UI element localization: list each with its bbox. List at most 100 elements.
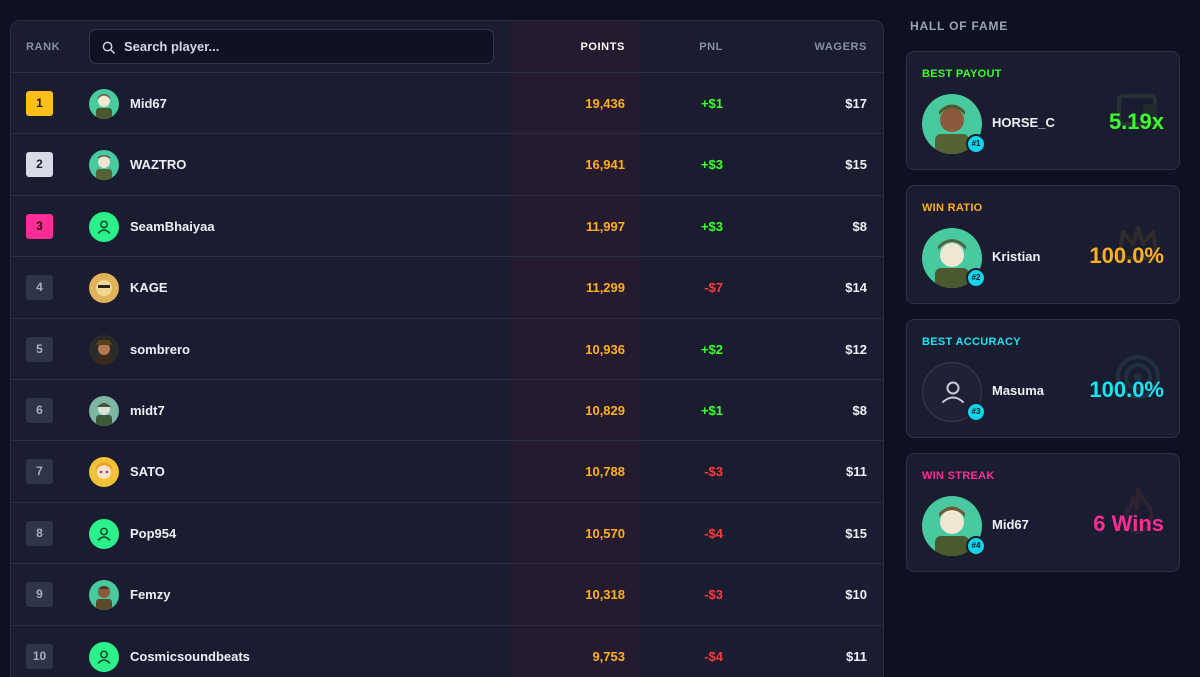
avatar [89,580,119,611]
pnl-value: -$4 [704,648,723,664]
card-label: WIN RATIO [922,202,983,214]
player-name[interactable]: Kristian [992,249,1040,264]
rank-badge: #2 [966,268,986,288]
avatar [89,395,119,426]
win-streak-card[interactable]: WIN STREAK #4 Mid67 6 Wins [906,453,1180,572]
rank-badge: 6 [26,397,53,423]
user-icon [89,518,119,549]
table-row[interactable]: 9 Femzy 10,318 -$3 $10 [11,564,883,626]
pnl-value: +$3 [700,157,723,173]
table-row[interactable]: 2 WAZTRO 16,941 +$3 $15 [11,134,883,196]
search-input[interactable] [124,30,484,63]
table-header: RANK POINTS PNL WAGERS [11,21,883,73]
best-payout-card[interactable]: BEST PAYOUT #1 HORSE_C 5.19x [906,51,1180,170]
hall-of-fame-title: HALL OF FAME [910,19,1009,33]
pnl-value: -$3 [704,464,723,480]
pnl-value: -$4 [704,525,723,541]
table-row[interactable]: 3 SeamBhaiyaa 11,997 +$3 $8 [11,196,883,258]
wager-value: $14 [845,280,867,296]
player-name[interactable]: Cosmicsoundbeats [130,626,250,677]
table-row[interactable]: 1 Mid67 19,436 +$1 $17 [11,73,883,135]
table-row[interactable]: 10 Cosmicsoundbeats 9,753 -$4 $11 [11,626,883,677]
rank-badge: 9 [26,582,53,608]
player-name[interactable]: sombrero [130,319,190,380]
card-label: BEST ACCURACY [922,336,1021,348]
points-value: 10,570 [585,525,625,541]
wager-value: $11 [846,648,867,664]
search-box[interactable] [89,29,494,64]
wager-value: $11 [846,464,867,480]
card-value: 100.0% [1089,243,1164,268]
table-row[interactable]: 5 sombrero 10,936 +$2 $12 [11,319,883,380]
rank-badge: #4 [966,536,986,556]
avatar [89,273,119,304]
pnl-column-header[interactable]: PNL [699,21,723,73]
rank-badge: 2 [26,152,53,178]
search-icon [102,41,115,54]
table-row[interactable]: 7 SATO 10,788 -$3 $11 [11,441,883,503]
rank-badge: #1 [966,134,986,154]
wager-value: $8 [852,402,867,418]
rank-badge: 8 [26,520,53,546]
win-ratio-card[interactable]: WIN RATIO #2 Kristian 100.0% [906,185,1180,304]
table-row[interactable]: 4 KAGE 11,299 -$7 $14 [11,257,883,319]
points-value: 16,941 [585,157,625,173]
player-name[interactable]: HORSE_C [992,115,1055,130]
wager-value: $15 [845,157,867,173]
card-value: 5.19x [1108,109,1164,134]
wager-value: $10 [845,587,867,603]
avatar [89,89,119,119]
card-value: 100.0% [1089,377,1164,402]
avatar [89,457,119,488]
pnl-value: -$7 [704,280,723,296]
player-name[interactable]: midt7 [130,380,165,441]
pnl-value: +$1 [700,96,723,111]
points-column-header[interactable]: POINTS [580,21,625,73]
table-row[interactable]: 6 midt7 10,829 +$1 $8 [11,380,883,442]
wager-value: $12 [845,341,867,357]
card-label: WIN STREAK [922,470,995,482]
user-icon [89,211,119,242]
best-accuracy-card[interactable]: BEST ACCURACY #3 Masuma 100.0% [906,319,1180,438]
rank-badge: 10 [26,643,53,669]
user-icon [89,641,119,672]
avatar [89,150,119,181]
card-label: BEST PAYOUT [922,68,1002,80]
player-name[interactable]: Mid67 [130,73,167,134]
rank-column-header: RANK [26,41,61,53]
points-value: 11,997 [585,218,625,234]
points-value: 10,936 [585,341,625,357]
table-row[interactable]: 8 Pop954 10,570 -$4 $15 [11,503,883,565]
pnl-value: +$2 [700,341,723,357]
player-name[interactable]: SeamBhaiyaa [130,196,215,257]
rank-badge: 7 [26,459,53,485]
player-name[interactable]: SATO [130,441,165,502]
card-value: 6 Wins [1093,511,1164,536]
leaderboard-table: RANK POINTS PNL WAGERS 1 Mid67 19,436 +$… [10,20,884,677]
points-value: 9,753 [592,648,625,664]
points-value: 10,318 [585,587,625,603]
wager-value: $8 [852,218,867,234]
wagers-column-header[interactable]: WAGERS [815,21,868,73]
pnl-value: +$3 [700,218,723,234]
pnl-value: -$3 [704,587,723,603]
rank-badge: 5 [26,336,53,362]
rank-badge: 3 [26,213,53,239]
points-value: 11,299 [585,280,625,296]
player-name[interactable]: Femzy [130,564,170,625]
points-value: 19,436 [585,96,625,111]
rank-badge: 4 [26,275,53,301]
points-value: 10,788 [585,464,625,480]
wager-value: $15 [845,525,867,541]
points-value: 10,829 [585,402,625,418]
avatar [89,334,119,365]
player-name[interactable]: Mid67 [992,517,1029,532]
player-name[interactable]: Pop954 [130,503,176,564]
rank-badge: 1 [26,91,53,116]
player-name[interactable]: WAZTRO [130,134,186,195]
rank-badge: #3 [966,402,986,422]
pnl-value: +$1 [700,402,723,418]
player-name[interactable]: Masuma [992,383,1044,398]
wager-value: $17 [845,96,867,111]
player-name[interactable]: KAGE [130,257,168,318]
